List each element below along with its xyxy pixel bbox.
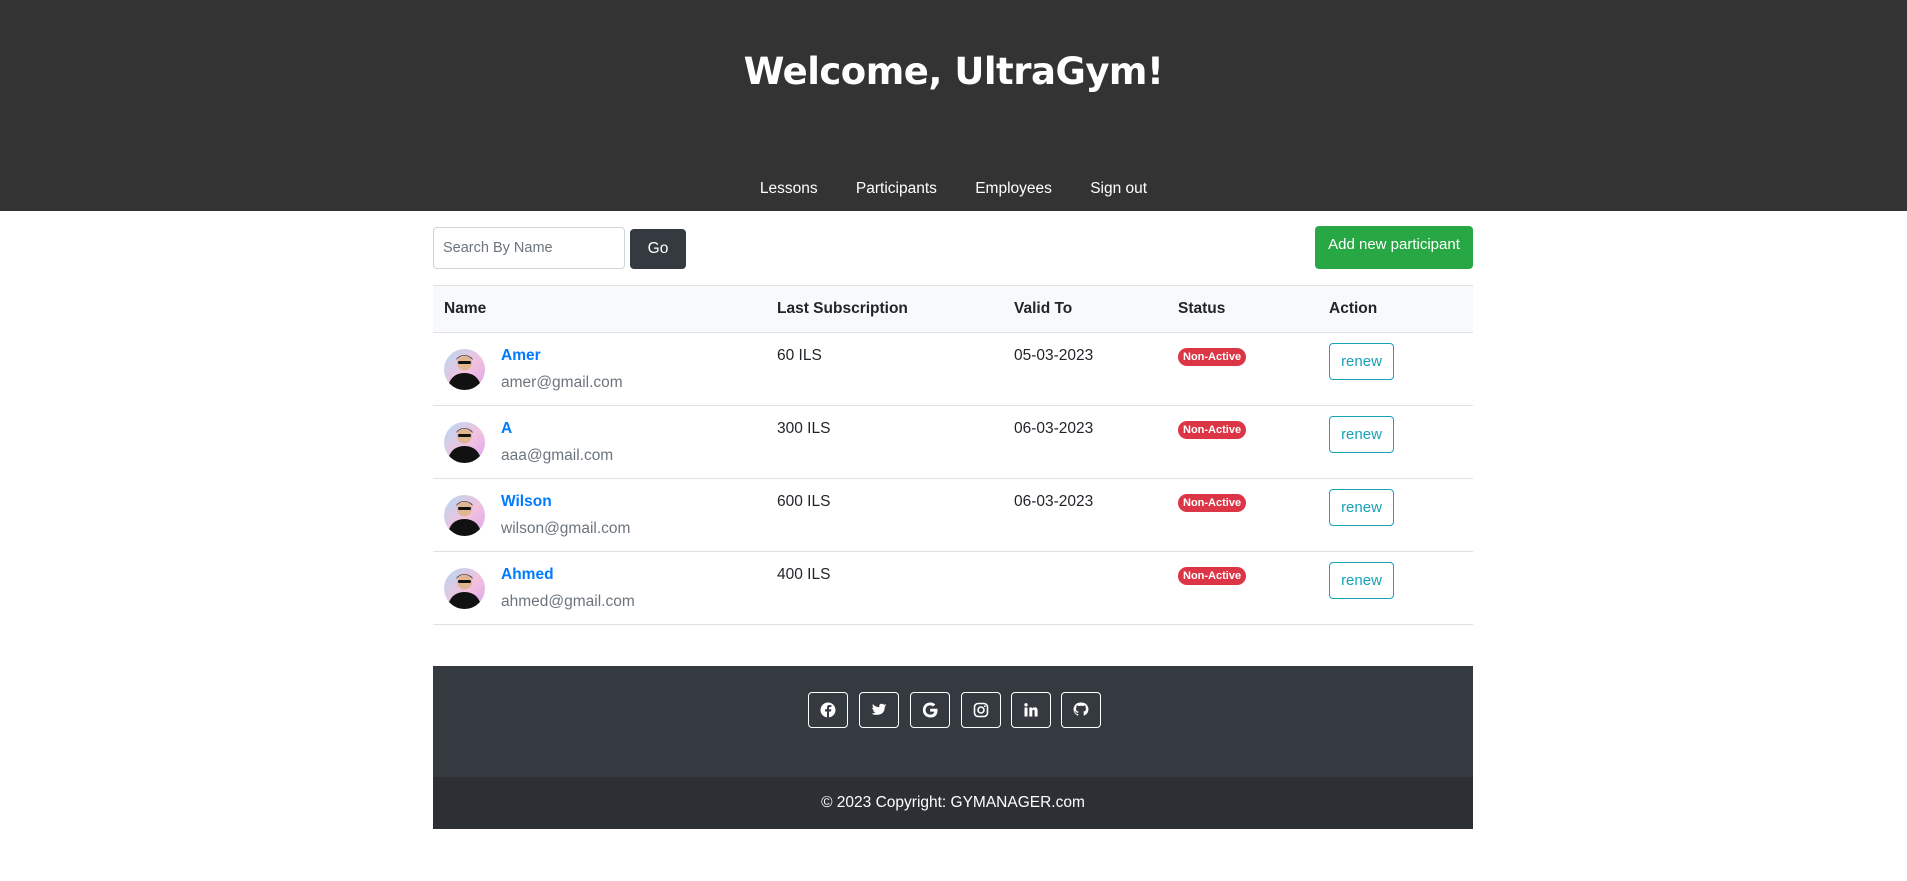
column-header-valid-to: Valid To [1014, 285, 1178, 333]
renew-button[interactable]: renew [1329, 416, 1394, 453]
status-badge: Non-Active [1178, 348, 1247, 366]
renew-button[interactable]: renew [1329, 343, 1394, 380]
avatar [444, 495, 485, 536]
action-cell: renew [1329, 406, 1473, 479]
avatar [444, 349, 485, 390]
status-badge: Non-Active [1178, 494, 1247, 512]
column-header-status: Status [1178, 285, 1329, 333]
footer [433, 666, 1473, 777]
table-row: A aaa@gmail.com 300 ILS 06-03-2023 Non-A… [433, 406, 1473, 479]
nav-sign-out[interactable]: Sign out [1090, 180, 1147, 198]
go-button[interactable]: Go [630, 229, 686, 269]
nav-employees[interactable]: Employees [975, 180, 1052, 198]
search-input[interactable] [433, 227, 625, 269]
valid-to-cell [1014, 552, 1178, 625]
name-cell: A aaa@gmail.com [433, 406, 777, 479]
table-row: Ahmed ahmed@gmail.com 400 ILS Non-Active… [433, 552, 1473, 625]
main-nav: Lessons Participants Employees Sign out [0, 180, 1907, 198]
column-header-last-subscription: Last Subscription [777, 285, 1014, 333]
participant-name[interactable]: Wilson [501, 493, 552, 511]
table-header-row: Name Last Subscription Valid To Status A… [433, 285, 1473, 333]
name-cell: Amer amer@gmail.com [433, 333, 777, 406]
column-header-name: Name [433, 285, 777, 333]
participant-name[interactable]: A [501, 420, 512, 438]
action-cell: renew [1329, 333, 1473, 406]
action-cell: renew [1329, 552, 1473, 625]
renew-button[interactable]: renew [1329, 489, 1394, 526]
participant-email: amer@gmail.com [501, 374, 623, 391]
valid-to-cell: 05-03-2023 [1014, 347, 1094, 364]
status-cell: Non-Active [1178, 552, 1329, 625]
table-row: Amer amer@gmail.com 60 ILS 05-03-2023 No… [433, 333, 1473, 406]
subscription-cell: 600 ILS [777, 493, 831, 510]
subscription-cell: 300 ILS [777, 420, 831, 437]
column-header-action: Action [1329, 285, 1473, 333]
name-cell: Ahmed ahmed@gmail.com [433, 552, 777, 625]
valid-to-cell: 06-03-2023 [1014, 493, 1094, 510]
page-title: Welcome, UltraGym! [743, 50, 1164, 93]
valid-to-cell: 06-03-2023 [1014, 420, 1094, 437]
subscription-cell: 60 ILS [777, 347, 822, 364]
status-cell: Non-Active [1178, 333, 1329, 406]
action-cell: renew [1329, 479, 1473, 552]
avatar [444, 568, 485, 609]
participant-email: ahmed@gmail.com [501, 593, 635, 610]
facebook-icon[interactable] [808, 692, 848, 728]
nav-participants[interactable]: Participants [856, 180, 937, 198]
name-cell: Wilson wilson@gmail.com [433, 479, 777, 552]
avatar [444, 422, 485, 463]
status-badge: Non-Active [1178, 421, 1247, 439]
table-row: Wilson wilson@gmail.com 600 ILS 06-03-20… [433, 479, 1473, 552]
linkedin-icon[interactable] [1011, 692, 1051, 728]
participants-table: Name Last Subscription Valid To Status A… [433, 285, 1473, 625]
participant-email: wilson@gmail.com [501, 520, 631, 537]
subscription-cell: 400 ILS [777, 566, 831, 583]
instagram-icon[interactable] [961, 692, 1001, 728]
participant-email: aaa@gmail.com [501, 447, 614, 464]
twitter-icon[interactable] [859, 692, 899, 728]
google-icon[interactable] [910, 692, 950, 728]
participant-name[interactable]: Ahmed [501, 566, 554, 584]
renew-button[interactable]: renew [1329, 562, 1394, 599]
header: Welcome, UltraGym! Lessons Participants … [0, 0, 1907, 211]
status-cell: Non-Active [1178, 479, 1329, 552]
status-badge: Non-Active [1178, 567, 1247, 585]
participant-name[interactable]: Amer [501, 347, 541, 365]
status-cell: Non-Active [1178, 406, 1329, 479]
copyright: © 2023 Copyright: GYMANAGER.com [433, 777, 1473, 829]
github-icon[interactable] [1061, 692, 1101, 728]
add-participant-button[interactable]: Add new participant [1315, 226, 1473, 269]
nav-lessons[interactable]: Lessons [760, 180, 818, 198]
